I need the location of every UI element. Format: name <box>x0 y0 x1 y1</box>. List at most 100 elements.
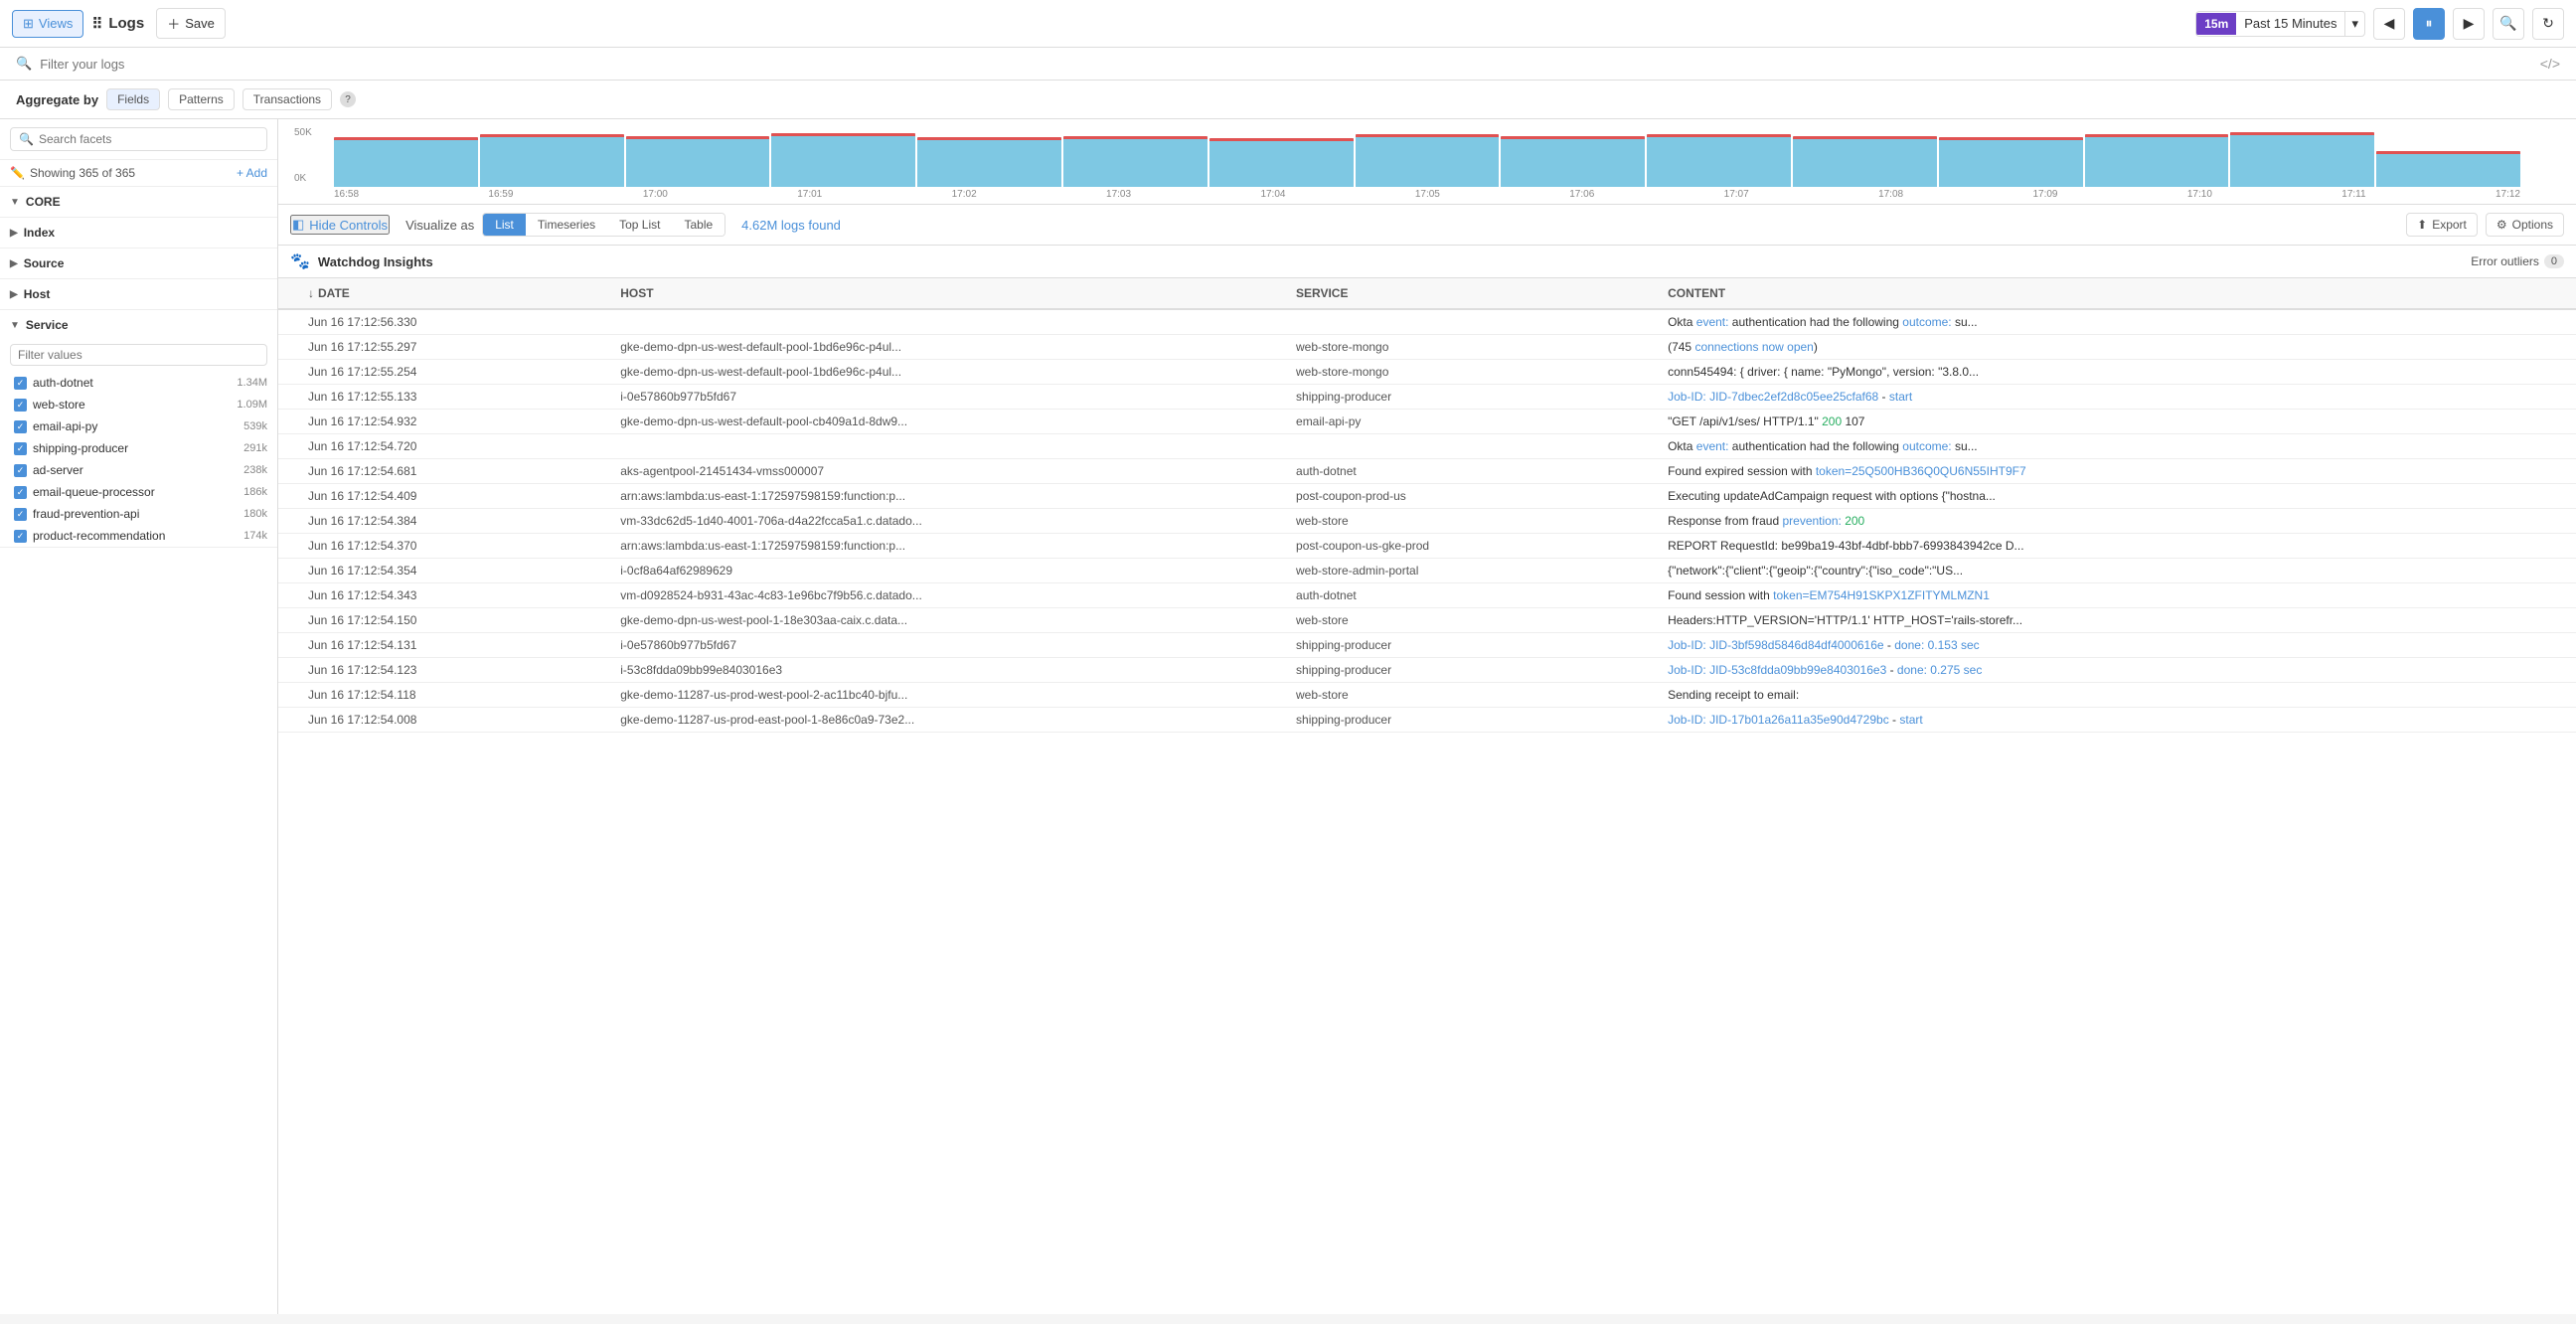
agg-transactions-btn[interactable]: Transactions <box>242 88 332 110</box>
export-button[interactable]: ⬆ Export <box>2406 213 2478 237</box>
viz-tab-table[interactable]: Table <box>672 214 724 236</box>
histogram-bar <box>2085 134 2229 187</box>
service-filter-input[interactable] <box>10 344 267 366</box>
service-checkbox[interactable] <box>14 399 27 412</box>
th-content[interactable]: CONTENT <box>1658 278 2576 309</box>
next-button[interactable]: ▶ <box>2453 8 2485 40</box>
add-facet-button[interactable]: + Add <box>237 166 267 180</box>
chevron-right-icon-source: ▶ <box>10 258 18 269</box>
service-checkbox[interactable] <box>14 464 27 477</box>
search-icon-button[interactable]: 🔍 <box>2493 8 2524 40</box>
row-content: Found session with token=EM754H91SKPX1ZF… <box>1658 583 2576 608</box>
gear-icon: ⚙ <box>2496 218 2507 232</box>
row-indicator-cell <box>278 658 298 683</box>
facet-group-core-header[interactable]: ▼ CORE <box>0 187 277 217</box>
log-search-input[interactable] <box>40 57 2532 72</box>
refresh-button[interactable]: ↻ <box>2532 8 2564 40</box>
facet-group-source-header[interactable]: ▶ Source <box>0 248 277 278</box>
row-service: shipping-producer <box>1286 385 1658 410</box>
facet-group-host-header[interactable]: ▶ Host <box>0 279 277 309</box>
sidebar-item-service[interactable]: ad-server 238k <box>0 459 277 481</box>
row-service: post-coupon-prod-us <box>1286 484 1658 509</box>
bar-red-indicator <box>2085 134 2229 137</box>
facet-group-service-header[interactable]: ▼ Service <box>0 310 277 340</box>
sidebar-item-service[interactable]: email-queue-processor 186k <box>0 481 277 503</box>
facet-group-index: ▶ Index <box>0 218 277 248</box>
table-row[interactable]: Jun 16 17:12:54.343 vm-d0928524-b931-43a… <box>278 583 2576 608</box>
prev-button[interactable]: ◀ <box>2373 8 2405 40</box>
table-row[interactable]: Jun 16 17:12:54.681 aks-agentpool-214514… <box>278 459 2576 484</box>
facet-search-input[interactable] <box>39 132 258 146</box>
viz-tab-timeseries[interactable]: Timeseries <box>526 214 607 236</box>
bar-segment <box>1793 136 1937 187</box>
bar-red-indicator <box>480 134 624 137</box>
chevron-down-icon-service: ▼ <box>10 320 20 331</box>
row-date: Jun 16 17:12:54.681 <box>298 459 610 484</box>
row-host: arn:aws:lambda:us-east-1:172597598159:fu… <box>610 534 1286 559</box>
table-row[interactable]: Jun 16 17:12:54.370 arn:aws:lambda:us-ea… <box>278 534 2576 559</box>
help-icon[interactable]: ? <box>340 91 356 107</box>
service-checkbox[interactable] <box>14 442 27 455</box>
facet-search-input-wrapper[interactable]: 🔍 <box>10 127 267 151</box>
service-checkbox[interactable] <box>14 530 27 543</box>
row-service: email-api-py <box>1286 410 1658 434</box>
table-row[interactable]: Jun 16 17:12:55.133 i-0e57860b977b5fd67 … <box>278 385 2576 410</box>
table-row[interactable]: Jun 16 17:12:54.409 arn:aws:lambda:us-ea… <box>278 484 2576 509</box>
row-host: gke-demo-dpn-us-west-default-pool-cb409a… <box>610 410 1286 434</box>
table-row[interactable]: Jun 16 17:12:55.254 gke-demo-dpn-us-west… <box>278 360 2576 385</box>
sidebar-item-service[interactable]: auth-dotnet 1.34M <box>0 372 277 394</box>
hide-controls-button[interactable]: ◧ Hide Controls <box>290 215 390 235</box>
th-host[interactable]: HOST <box>610 278 1286 309</box>
table-row[interactable]: Jun 16 17:12:56.330 Okta event: authenti… <box>278 309 2576 335</box>
facet-group-index-header[interactable]: ▶ Index <box>0 218 277 248</box>
sidebar-item-service[interactable]: fraud-prevention-api 180k <box>0 503 277 525</box>
bar-segment <box>1647 134 1791 187</box>
table-row[interactable]: Jun 16 17:12:54.118 gke-demo-11287-us-pr… <box>278 683 2576 708</box>
viz-tab-toplist[interactable]: Top List <box>607 214 672 236</box>
chevron-right-icon-host: ▶ <box>10 289 18 300</box>
table-row[interactable]: Jun 16 17:12:54.123 i-53c8fdda09bb99e840… <box>278 658 2576 683</box>
pause-button[interactable]: ⏸ <box>2413 8 2445 40</box>
sidebar-item-service[interactable]: web-store 1.09M <box>0 394 277 415</box>
table-row[interactable]: Jun 16 17:12:54.131 i-0e57860b977b5fd67 … <box>278 633 2576 658</box>
sidebar-item-service[interactable]: product-recommendation 174k <box>0 525 277 547</box>
row-service: auth-dotnet <box>1286 459 1658 484</box>
table-row[interactable]: Jun 16 17:12:54.008 gke-demo-11287-us-pr… <box>278 708 2576 733</box>
time-caret-icon[interactable]: ▾ <box>2344 12 2364 36</box>
save-button[interactable]: ＋ Save <box>156 8 226 39</box>
agg-fields-btn[interactable]: Fields <box>106 88 160 110</box>
th-service[interactable]: SERVICE <box>1286 278 1658 309</box>
service-checkbox[interactable] <box>14 377 27 390</box>
table-row[interactable]: Jun 16 17:12:54.384 vm-33dc62d5-1d40-400… <box>278 509 2576 534</box>
options-button[interactable]: ⚙ Options <box>2486 213 2564 237</box>
table-row[interactable]: Jun 16 17:12:54.932 gke-demo-dpn-us-west… <box>278 410 2576 434</box>
table-row[interactable]: Jun 16 17:12:54.720 Okta event: authenti… <box>278 434 2576 459</box>
sidebar-item-service[interactable]: shipping-producer 291k <box>0 437 277 459</box>
table-row[interactable]: Jun 16 17:12:54.150 gke-demo-dpn-us-west… <box>278 608 2576 633</box>
viz-tab-list[interactable]: List <box>483 214 526 236</box>
code-toggle-icon[interactable]: </> <box>2540 56 2560 72</box>
visualize-as-label: Visualize as <box>405 218 474 233</box>
row-date: Jun 16 17:12:54.409 <box>298 484 610 509</box>
top-nav: ⊞ Views ⠿ Logs ＋ Save 15m Past 15 Minute… <box>0 0 2576 48</box>
th-date[interactable]: ↓DATE <box>298 278 610 309</box>
table-row[interactable]: Jun 16 17:12:54.354 i-0cf8a64af62989629 … <box>278 559 2576 583</box>
bar-red-indicator <box>334 137 478 140</box>
views-button[interactable]: ⊞ Views <box>12 10 83 38</box>
row-host <box>610 434 1286 459</box>
service-checkbox[interactable] <box>14 508 27 521</box>
row-indicator-cell <box>278 708 298 733</box>
export-label: Export <box>2432 218 2467 232</box>
sidebar: 🔍 ✏️ Showing 365 of 365 + Add ▼ CORE ▶ I… <box>0 119 278 1314</box>
sidebar-item-service[interactable]: email-api-py 539k <box>0 415 277 437</box>
row-content: Job-ID: JID-3bf598d5846d84df4000616e - d… <box>1658 633 2576 658</box>
row-content: Sending receipt to email: <box>1658 683 2576 708</box>
service-checkbox[interactable] <box>14 420 27 433</box>
agg-patterns-btn[interactable]: Patterns <box>168 88 235 110</box>
time-selector[interactable]: 15m Past 15 Minutes ▾ <box>2195 11 2365 37</box>
service-name: fraud-prevention-api <box>33 507 139 521</box>
search-icon: 🔍 <box>16 56 32 72</box>
facet-group-host-label: Host <box>24 287 51 301</box>
service-checkbox[interactable] <box>14 486 27 499</box>
table-row[interactable]: Jun 16 17:12:55.297 gke-demo-dpn-us-west… <box>278 335 2576 360</box>
